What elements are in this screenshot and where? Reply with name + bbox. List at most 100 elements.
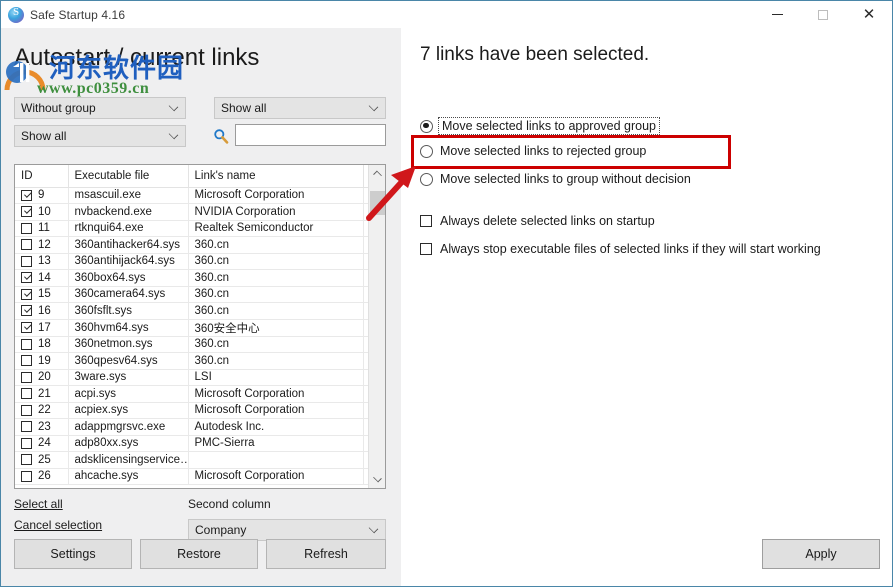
refresh-button[interactable]: Refresh	[266, 539, 386, 569]
cancel-selection-link[interactable]: Cancel selection	[14, 518, 102, 532]
scrollbar-thumb[interactable]	[370, 191, 385, 215]
cell-executable-file: msascuil.exe	[68, 187, 189, 204]
checkbox-label-always-delete: Always delete selected links on startup	[440, 214, 655, 228]
column-header-exe[interactable]: Executable file	[68, 165, 189, 188]
row-checkbox[interactable]	[21, 371, 32, 383]
table-row[interactable]: 20 3ware.sys LSI	[15, 369, 368, 386]
radio-move-rejected[interactable]: Move selected links to rejected group	[420, 141, 646, 161]
row-id-text: 25	[38, 453, 51, 466]
table-row[interactable]: 22 acpiex.sys Microsoft Corporation	[15, 402, 368, 419]
table-row[interactable]: 13 360antihijack64.sys 360.cn	[15, 253, 368, 270]
cell-executable-file: acpiex.sys	[68, 402, 189, 419]
cell-id: 18	[15, 336, 69, 353]
row-id-text: 17	[38, 321, 51, 334]
table-row[interactable]: 26 ahcache.sys Microsoft Corporation	[15, 468, 368, 485]
row-checkbox[interactable]	[21, 454, 32, 466]
cell-executable-file: 3ware.sys	[68, 369, 189, 386]
radio-label-approved: Move selected links to approved group	[437, 117, 661, 135]
app-circle-icon	[8, 6, 24, 23]
close-button[interactable]: ✕	[846, 1, 892, 28]
row-checkbox[interactable]	[21, 388, 32, 400]
row-checkbox[interactable]	[21, 404, 32, 416]
links-table-frame: ID Executable file Link's name 9 msascuil…	[14, 164, 386, 489]
row-checkbox[interactable]	[21, 255, 32, 267]
row-checkbox[interactable]	[21, 421, 32, 433]
row-id-text: 12	[38, 238, 51, 251]
search-input[interactable]	[235, 124, 386, 146]
cell-link-name: Microsoft Corporation	[188, 187, 364, 204]
row-checkbox[interactable]	[21, 470, 32, 482]
row-id-text: 13	[38, 255, 51, 268]
cell-executable-file: ahcache.sys	[68, 468, 189, 485]
show-filter-select[interactable]: Show all	[214, 97, 386, 119]
row-checkbox[interactable]	[21, 222, 32, 234]
row-id-text: 15	[38, 288, 51, 301]
group-filter-select[interactable]: Without group	[14, 97, 186, 119]
row-checkbox[interactable]	[21, 189, 32, 201]
row-id-text: 14	[38, 271, 51, 284]
second-column-select[interactable]: Company	[188, 519, 386, 541]
radio-move-approved[interactable]: Move selected links to approved group	[420, 116, 661, 136]
table-vertical-scrollbar[interactable]	[368, 165, 385, 488]
cell-link-name: 360.cn	[188, 269, 364, 287]
row-id-text: 10	[38, 205, 51, 218]
radio-label-no-decision: Move selected links to group without dec…	[440, 172, 691, 186]
apply-button[interactable]: Apply	[762, 539, 880, 569]
column-header-link[interactable]: Link's name	[188, 165, 364, 188]
table-row[interactable]: 9 msascuil.exe Microsoft Corporation	[15, 187, 368, 204]
table-row[interactable]: 16 360fsflt.sys 360.cn	[15, 302, 368, 320]
restore-button[interactable]: Restore	[140, 539, 258, 569]
row-checkbox[interactable]	[21, 239, 32, 251]
table-row[interactable]: 21 acpi.sys Microsoft Corporation	[15, 385, 368, 403]
links-table-scroll-area[interactable]: ID Executable file Link's name 9 msascuil…	[15, 165, 368, 488]
column-header-id[interactable]: ID	[15, 165, 69, 188]
checkbox-always-delete[interactable]: Always delete selected links on startup	[420, 211, 655, 231]
row-id-text: 9	[38, 189, 45, 202]
radio-move-no-decision[interactable]: Move selected links to group without dec…	[420, 169, 691, 189]
table-row[interactable]: 23 adappmgrsvc.exe Autodesk Inc.	[15, 418, 368, 436]
cell-id: 20	[15, 369, 69, 386]
application-window: Safe Startup 4.16 ✕ Autostart / current …	[0, 0, 893, 587]
table-row[interactable]: 18 360netmon.sys 360.cn	[15, 336, 368, 353]
row-checkbox[interactable]	[21, 206, 32, 218]
table-row[interactable]: 15 360camera64.sys 360.cn	[15, 286, 368, 303]
table-row[interactable]: 10 nvbackend.exe NVIDIA Corporation	[15, 203, 368, 221]
cell-link-name: 360.cn	[188, 352, 364, 370]
radio-indicator-approved	[420, 119, 433, 133]
table-row[interactable]: 12 360antihacker64.sys 360.cn	[15, 236, 368, 254]
scroll-up-button[interactable]	[369, 165, 385, 182]
row-checkbox[interactable]	[21, 437, 32, 449]
settings-button[interactable]: Settings	[14, 539, 132, 569]
right-panel: 7 links have been selected. Move selecte…	[401, 28, 892, 586]
cell-link-name: 360.cn	[188, 286, 364, 303]
table-header-row: ID Executable file Link's name	[15, 165, 368, 188]
table-row[interactable]: 14 360box64.sys 360.cn	[15, 269, 368, 287]
table-row[interactable]: 17 360hvm64.sys 360安全中心	[15, 319, 368, 337]
table-row[interactable]: 25 adsklicensingservice…	[15, 451, 368, 469]
cell-link-name: Autodesk Inc.	[188, 418, 364, 436]
chevron-down-icon	[168, 101, 179, 112]
table-row[interactable]: 19 360qpesv64.sys 360.cn	[15, 352, 368, 370]
scroll-down-button[interactable]	[369, 471, 385, 488]
row-checkbox[interactable]	[21, 272, 32, 284]
row-checkbox[interactable]	[21, 305, 32, 317]
status-filter-select[interactable]: Show all	[14, 125, 186, 147]
row-checkbox[interactable]	[21, 355, 32, 367]
row-checkbox[interactable]	[21, 288, 32, 300]
row-checkbox[interactable]	[21, 322, 32, 333]
cell-id: 23	[15, 418, 69, 436]
table-row[interactable]: 11 rtknqui64.exe Realtek Semiconductor	[15, 220, 368, 237]
cell-link-name: 360.cn	[188, 253, 364, 270]
table-row[interactable]: 24 adp80xx.sys PMC-Sierra	[15, 435, 368, 452]
row-id-text: 18	[38, 338, 51, 351]
select-all-link[interactable]: Select all	[14, 497, 63, 511]
minimize-button[interactable]	[754, 1, 800, 28]
window-title: Safe Startup 4.16	[30, 7, 126, 22]
maximize-button[interactable]	[800, 1, 846, 28]
row-checkbox[interactable]	[21, 338, 32, 350]
checkbox-label-always-stop: Always stop executable files of selected…	[440, 242, 821, 256]
cell-link-name: 360安全中心	[188, 319, 364, 337]
row-id-text: 26	[38, 470, 51, 483]
cell-id: 24	[15, 435, 69, 452]
checkbox-always-stop[interactable]: Always stop executable files of selected…	[420, 239, 821, 259]
